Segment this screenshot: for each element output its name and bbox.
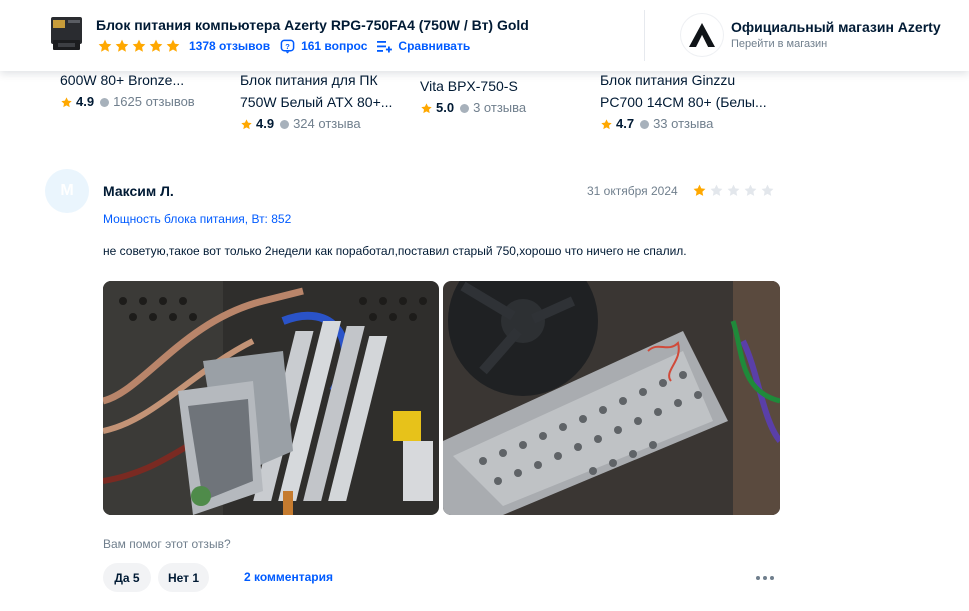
star-icon [61,96,72,107]
similar-product-card[interactable]: Блок питания Ginzzu PC700 14CM 80+ (Белы… [600,69,767,134]
similar-product-rating: 5.0 3 отзыва [420,98,526,118]
shop-logo[interactable] [681,14,723,56]
question-bubble-icon: ? [280,39,295,54]
vote-yes-button[interactable]: Да 5 [103,563,151,592]
similar-product-title: Блок питания для ПК [240,72,378,88]
similar-product-title-line2: PC700 14CM 80+ (Белы... [600,94,767,110]
star-empty-icon [744,184,757,196]
product-thumbnail[interactable] [48,14,86,54]
star-empty-icon [710,184,723,196]
star-icon [693,184,706,196]
helpful-question: Вам помог этот отзыв? [103,537,231,551]
star-icon [421,102,432,113]
more-options-icon[interactable] [752,571,778,585]
dot [770,576,774,580]
product-rating-stars[interactable] [97,38,181,54]
star-icon [132,39,146,52]
reviews-count: 1625 отзывов [113,94,195,109]
reviews-count: 33 отзыва [653,116,714,131]
rating-value: 4.7 [616,116,635,131]
star-empty-icon [761,184,774,196]
dot [756,576,760,580]
star-icon [601,118,612,129]
questions-link[interactable]: ? 161 вопрос [280,39,367,54]
review-text: не советую,такое вот только 2недели как … [103,244,687,258]
comment-bubble-icon [640,119,650,129]
product-meta-row: 1378 отзывов ? 161 вопрос Сравнивать [97,37,480,55]
star-icon [115,39,129,52]
avatar: М [45,169,89,213]
star-icon [149,39,163,52]
comments-link[interactable]: 2 комментария [244,570,333,584]
review-photo[interactable] [443,281,780,515]
comment-bubble-icon [460,103,470,113]
review-variant-link[interactable]: Мощность блока питания, Вт: 852 [103,212,291,226]
sticky-product-header: Блок питания компьютера Azerty RPG-750FA… [0,0,969,71]
review-photo[interactable] [103,281,439,515]
similar-product-title: 600W 80+ Bronze... [60,72,185,88]
reviews-count: 3 отзыва [473,100,527,115]
reviews-link[interactable]: 1378 отзывов [189,39,270,53]
rating-value: 4.9 [256,116,275,131]
go-to-shop-link[interactable]: Перейти в магазин [731,38,827,50]
similar-product-card[interactable]: Vita BPX-750-S 5.0 3 отзыва [420,75,526,118]
review-author: Максим Л. [103,183,174,199]
rating-value: 4.9 [76,94,95,109]
review-date: 31 октября 2024 [587,184,678,198]
similar-product-card[interactable]: Блок питания для ПК 750W Белый ATX 80+..… [240,69,392,134]
star-icon [98,39,112,52]
similar-product-rating: 4.7 33 отзыва [600,114,767,134]
similar-product-title: Блок питания Ginzzu [600,72,736,88]
header-divider [644,10,645,61]
star-empty-icon [727,184,740,196]
star-icon [241,118,252,129]
dot [763,576,767,580]
similar-product-card[interactable]: 600W 80+ Bronze... 4.9 1625 отзывов [60,69,195,112]
similar-product-rating: 4.9 1625 отзывов [60,92,195,112]
similar-product-rating: 4.9 324 отзыва [240,114,392,134]
product-title[interactable]: Блок питания компьютера Azerty RPG-750FA… [96,17,529,33]
compare-link[interactable]: Сравнивать [377,39,470,53]
comment-bubble-icon [280,119,290,129]
similar-product-title: Vita BPX-750-S [420,78,518,94]
compare-link-label: Сравнивать [398,39,471,53]
rating-value: 5.0 [436,100,455,115]
vote-no-button[interactable]: Нет 1 [158,563,209,592]
star-icon [166,39,180,52]
questions-link-label: 161 вопрос [301,39,368,53]
compare-icon [377,40,393,52]
comment-bubble-icon [100,97,110,107]
azerty-logo-icon [689,23,715,47]
shop-name[interactable]: Официальный магазин Azerty [731,19,941,35]
reviews-count: 324 отзыва [293,116,361,131]
review-rating-stars [692,183,775,198]
svg-text:?: ? [285,41,290,50]
similar-product-title-line2: 750W Белый ATX 80+... [240,94,393,110]
